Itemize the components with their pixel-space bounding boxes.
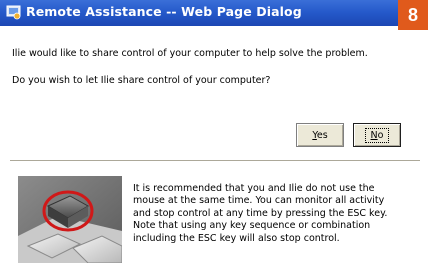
window-title: Remote Assistance -- Web Page Dialog <box>26 4 302 19</box>
no-button[interactable]: No <box>353 123 401 147</box>
yes-button[interactable]: Yes <box>296 123 344 147</box>
yes-label-rest: es <box>316 129 328 141</box>
no-label-rest: o <box>377 129 384 141</box>
yes-button-label: Yes <box>312 130 327 141</box>
info-line: and stop control at any time by pressing… <box>133 207 388 219</box>
share-request-message: Ilie would like to share control of your… <box>12 48 368 59</box>
step-badge: 8 <box>398 0 428 30</box>
no-button-label: No <box>364 127 390 143</box>
no-access-key: N <box>370 129 378 141</box>
share-question-message: Do you wish to let Ilie share control of… <box>12 75 271 86</box>
info-line: It is recommended that you and Ilie do n… <box>133 183 375 194</box>
info-line: mouse at the same time. You can monitor … <box>133 195 385 207</box>
info-line: including the ESC key will also stop con… <box>133 232 340 244</box>
remote-assistance-dialog: Remote Assistance -- Web Page Dialog 8 I… <box>0 0 428 264</box>
title-bar[interactable]: Remote Assistance -- Web Page Dialog <box>0 0 428 26</box>
remote-assistance-icon <box>6 4 22 20</box>
info-text: It is recommended that you and Ilie do n… <box>133 183 423 245</box>
separator <box>10 160 420 162</box>
info-line: Note that using any key sequence or comb… <box>133 220 371 232</box>
esc-key-photo <box>18 176 123 264</box>
